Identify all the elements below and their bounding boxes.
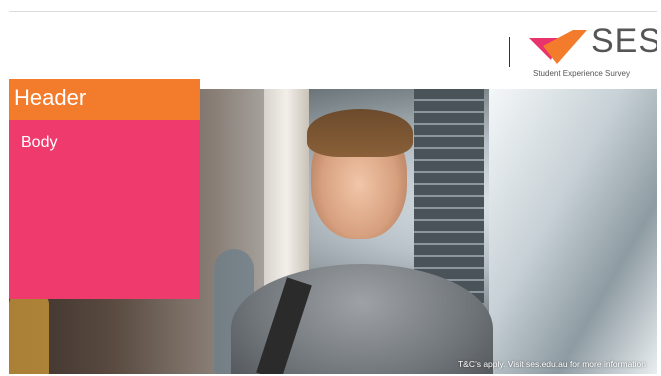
- terms-note: T&C’s apply. Visit ses.edu.au for more i…: [457, 359, 646, 369]
- photo-window: [489, 89, 657, 374]
- body-text: Body: [21, 134, 58, 151]
- logo-title: SES: [591, 22, 657, 60]
- slide-frame: SES Student Experience Survey T&C’s appl…: [9, 11, 657, 374]
- logo-subtitle: Student Experience Survey: [533, 69, 630, 78]
- photo-background-person: [9, 294, 49, 374]
- logo-divider: [509, 37, 510, 67]
- ses-logo-mark-icon: [529, 30, 587, 64]
- header-box: Header: [9, 79, 200, 120]
- body-box: Body: [9, 120, 200, 299]
- photo-student-hair: [307, 109, 413, 157]
- header-text: Header: [14, 85, 87, 110]
